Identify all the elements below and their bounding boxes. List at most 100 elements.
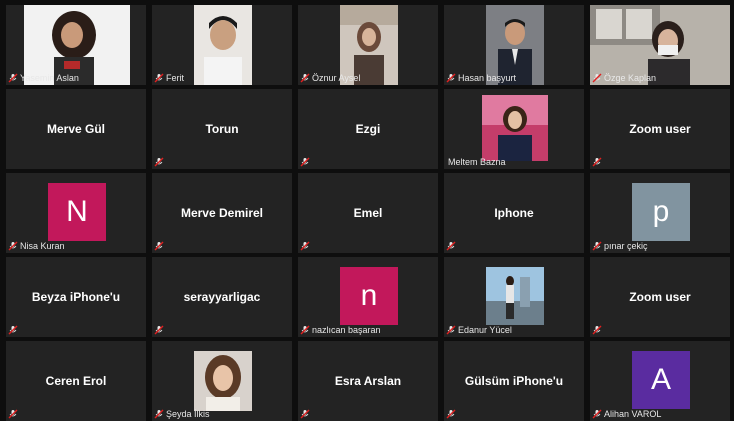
participant-tile[interactable]: serayyarligac [152,257,292,337]
participant-tile[interactable]: A Alihan VAROL [590,341,730,421]
participant-label: Şeyda İlkis [154,408,210,420]
participant-tile[interactable]: Zoom user [590,89,730,169]
muted-mic-icon [300,157,310,167]
participant-name: Nisa Kuran [20,241,65,251]
participant-display-name: Ceren Erol [45,374,107,388]
participant-label: Meltem Bazna [446,156,506,168]
participant-name: Alihan VAROL [604,409,662,419]
participant-label: Ferit [154,72,184,84]
participant-tile[interactable]: N Nisa Kuran [6,173,146,253]
muted-mic-icon [446,73,456,83]
profile-photo [486,267,544,325]
muted-mic-icon [154,157,164,167]
participant-video [194,5,252,85]
participant-display-name: Beyza iPhone'u [31,290,121,304]
participant-label [300,240,310,252]
participant-label [154,240,164,252]
gallery-view: Yasemin Aslan Ferit Öznur Aysel Hasan ba… [6,5,734,421]
participant-label [300,156,310,168]
participant-label: Öznur Aysel [300,72,360,84]
muted-mic-icon [300,409,310,419]
muted-mic-icon [592,241,602,251]
participant-label: Özge Kaplan [592,72,656,84]
participant-label: nazlıcan başaran [300,324,381,336]
participant-label: Nisa Kuran [8,240,65,252]
muted-mic-icon [8,409,18,419]
participant-tile[interactable]: Torun [152,89,292,169]
participant-tile[interactable]: Merve Gül [6,89,146,169]
participant-tile[interactable]: Emel [298,173,438,253]
muted-mic-icon [8,325,18,335]
initial-avatar: A [632,351,690,409]
participant-label [300,408,310,420]
participant-tile[interactable]: Yasemin Aslan [6,5,146,85]
participant-display-name: Zoom user [629,122,691,136]
participant-tile[interactable]: Hasan başyurt [444,5,584,85]
participant-tile[interactable]: Gülsüm iPhone'u [444,341,584,421]
participant-display-name: Esra Arslan [334,374,402,388]
participant-label: Hasan başyurt [446,72,516,84]
participant-display-name: Iphone [494,206,534,220]
participant-tile[interactable]: p pınar çekiç [590,173,730,253]
muted-mic-icon [300,73,310,83]
participant-label [8,408,18,420]
participant-label [8,324,18,336]
participant-display-name: Gülsüm iPhone'u [464,374,564,388]
initial-avatar: p [632,183,690,241]
participant-name: Hasan başyurt [458,73,517,83]
participant-label [446,408,456,420]
participant-name: Şeyda İlkis [166,409,210,419]
muted-mic-icon [300,241,310,251]
muted-mic-icon [8,73,18,83]
participant-tile[interactable]: Zoom user [590,257,730,337]
muted-mic-icon [592,325,602,335]
participant-tile[interactable]: Meltem Bazna [444,89,584,169]
participant-tile[interactable]: n nazlıcan başaran [298,257,438,337]
participant-label: Yasemin Aslan [8,72,79,84]
muted-mic-icon [592,73,602,83]
participant-label [592,324,602,336]
muted-mic-icon [154,409,164,419]
participant-name: nazlıcan başaran [312,325,381,335]
participant-tile[interactable]: Merve Demirel [152,173,292,253]
profile-photo [482,95,548,161]
participant-tile[interactable]: Edanur Yücel [444,257,584,337]
participant-name: pınar çekiç [604,241,648,251]
participant-tile[interactable]: Beyza iPhone'u [6,257,146,337]
muted-mic-icon [592,409,602,419]
participant-label [446,240,456,252]
participant-name: Öznur Aysel [312,73,361,83]
participant-label: pınar çekiç [592,240,648,252]
participant-display-name: Zoom user [629,290,691,304]
participant-name: Meltem Bazna [448,157,506,167]
initial-avatar: n [340,267,398,325]
participant-tile[interactable]: Ceren Erol [6,341,146,421]
muted-mic-icon [8,241,18,251]
participant-tile[interactable]: Özge Kaplan [590,5,730,85]
muted-mic-icon [592,157,602,167]
participant-label [154,156,164,168]
participant-display-name: Merve Demirel [180,206,264,220]
participant-tile[interactable]: Şeyda İlkis [152,341,292,421]
participant-name: Özge Kaplan [604,73,657,83]
participant-display-name: Torun [205,122,239,136]
participant-name: Edanur Yücel [458,325,512,335]
muted-mic-icon [300,325,310,335]
participant-name: Ferit [166,73,184,83]
muted-mic-icon [154,241,164,251]
participant-tile[interactable]: Öznur Aysel [298,5,438,85]
initial-avatar: N [48,183,106,241]
participant-tile[interactable]: Esra Arslan [298,341,438,421]
muted-mic-icon [446,409,456,419]
muted-mic-icon [154,325,164,335]
muted-mic-icon [446,325,456,335]
muted-mic-icon [154,73,164,83]
participant-display-name: serayyarligac [183,290,261,304]
muted-mic-icon [446,241,456,251]
participant-label: Edanur Yücel [446,324,512,336]
participant-tile[interactable]: Ezgi [298,89,438,169]
participant-label: Alihan VAROL [592,408,661,420]
participant-tile[interactable]: Ferit [152,5,292,85]
profile-photo [194,351,252,411]
participant-tile[interactable]: Iphone [444,173,584,253]
